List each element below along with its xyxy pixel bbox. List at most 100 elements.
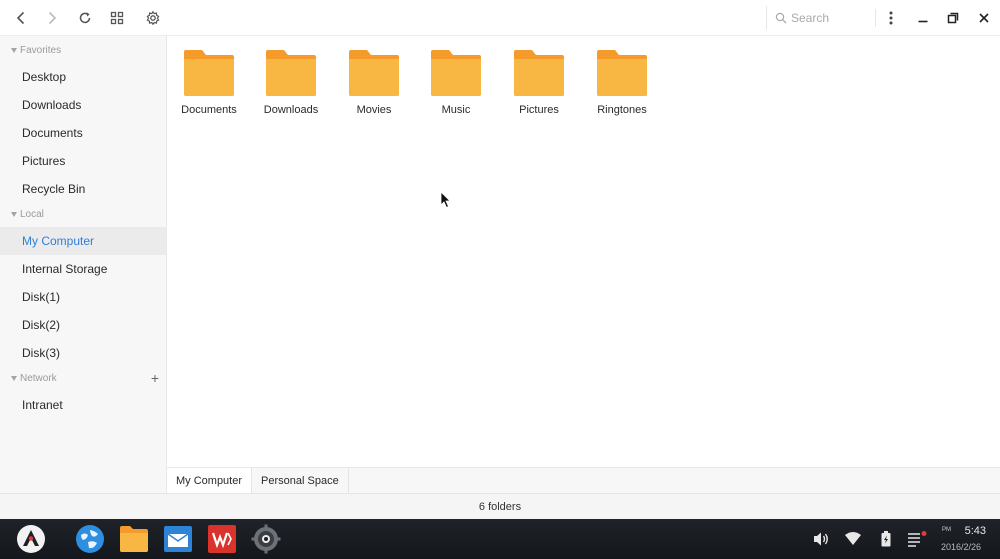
section-title: Local [20, 208, 44, 220]
back-button[interactable] [9, 6, 33, 30]
clock-time: 5:43 [964, 525, 986, 537]
mail-button[interactable] [163, 524, 193, 554]
wifi-icon [845, 532, 861, 545]
collapse-triangle-icon [11, 211, 17, 217]
close-icon [979, 13, 989, 23]
tab-label: Personal Space [261, 475, 339, 487]
tab-label: My Computer [176, 475, 243, 487]
wps-office-button[interactable] [207, 524, 237, 554]
sidebar-item-label: Desktop [22, 70, 67, 84]
toolbar [0, 0, 1000, 36]
search-input[interactable] [791, 11, 871, 25]
clock-date: 2016/2/26 [941, 542, 982, 552]
view-mode-button[interactable] [105, 6, 129, 30]
clock-ampm: PM [942, 527, 951, 533]
forward-icon [48, 11, 57, 25]
settings-button[interactable] [141, 6, 165, 30]
start-menu-button[interactable] [16, 524, 46, 554]
sidebar-item-label: Internal Storage [22, 262, 108, 276]
tab-my-computer[interactable]: My Computer [167, 468, 253, 494]
more-button[interactable] [879, 6, 903, 30]
start-menu-icon [17, 525, 45, 553]
network-section-header[interactable]: Network + [0, 368, 167, 388]
folder-icon [184, 50, 234, 96]
sidebar-item-label: Intranet [22, 398, 63, 412]
notifications-icon [908, 531, 927, 547]
grid-view-icon [110, 11, 124, 25]
more-icon [889, 11, 893, 25]
sidebar-item-recycle-bin[interactable]: Recycle Bin [0, 175, 166, 203]
folder-item[interactable]: Music [414, 50, 498, 122]
collapse-triangle-icon [11, 375, 17, 381]
sidebar-item-disk-1[interactable]: Disk(1) [0, 283, 166, 311]
sidebar-item-disk-2[interactable]: Disk(2) [0, 311, 166, 339]
clock[interactable]: PM 5:43 2016/2/26 [940, 523, 996, 555]
sidebar-item-label: Disk(1) [22, 290, 60, 304]
sidebar-item-internal-storage[interactable]: Internal Storage [0, 255, 166, 283]
folder-icon [431, 50, 481, 96]
file-manager-icon [120, 526, 148, 552]
mouse-cursor-icon [440, 191, 451, 209]
battery-icon [881, 531, 891, 547]
folder-label: Ringtones [597, 104, 647, 116]
forward-button[interactable] [40, 6, 64, 30]
file-manager-button[interactable] [119, 524, 149, 554]
sidebar-item-my-computer[interactable]: My Computer [0, 227, 166, 255]
browser-icon [76, 525, 104, 553]
minimize-icon [918, 20, 928, 23]
sidebar-item-disk-3[interactable]: Disk(3) [0, 339, 166, 367]
restore-button[interactable] [941, 6, 965, 30]
toolbar-separator [875, 9, 876, 27]
sidebar-item-label: My Computer [22, 234, 95, 248]
sidebar-item-label: Downloads [22, 98, 82, 112]
folder-label: Pictures [519, 104, 559, 116]
folder-item[interactable]: Pictures [497, 50, 581, 122]
sidebar-item-intranet[interactable]: Intranet [0, 391, 166, 419]
folder-count: 6 folders [478, 500, 522, 513]
folder-icon [597, 50, 647, 96]
sidebar-item-label: Disk(3) [22, 346, 60, 360]
refresh-icon [79, 12, 91, 24]
folder-grid: Documents Downloads Movies Music Picture… [167, 36, 1000, 467]
minimize-button[interactable] [911, 6, 935, 30]
folder-icon [349, 50, 399, 96]
local-section-header[interactable]: Local [0, 204, 167, 224]
battery-button[interactable] [876, 529, 896, 549]
sidebar-item-documents[interactable]: Documents [0, 119, 166, 147]
favorites-section-header[interactable]: Favorites [0, 40, 167, 60]
settings-icon [146, 10, 160, 26]
folder-label: Documents [181, 104, 237, 116]
wps-office-icon [208, 525, 236, 553]
wifi-button[interactable] [843, 529, 863, 549]
status-bar: 6 folders [0, 493, 1000, 519]
refresh-button[interactable] [73, 6, 97, 30]
folder-item[interactable]: Movies [332, 50, 416, 122]
browser-button[interactable] [75, 524, 105, 554]
sidebar-item-pictures[interactable]: Pictures [0, 147, 166, 175]
restore-icon [947, 12, 959, 24]
folder-item[interactable]: Ringtones [580, 50, 664, 122]
folder-icon [514, 50, 564, 96]
folder-label: Downloads [263, 104, 319, 116]
mail-icon [164, 526, 192, 552]
settings-app-button[interactable] [251, 524, 281, 554]
search-box[interactable] [766, 6, 874, 30]
section-title: Favorites [20, 44, 62, 56]
tab-personal-space[interactable]: Personal Space [252, 468, 349, 494]
add-network-button[interactable]: + [151, 368, 159, 388]
sidebar-item-label: Documents [22, 126, 83, 140]
folder-item[interactable]: Downloads [249, 50, 333, 122]
volume-icon [814, 532, 828, 546]
sidebar-item-downloads[interactable]: Downloads [0, 91, 166, 119]
notifications-button[interactable] [907, 529, 927, 549]
volume-button[interactable] [811, 529, 831, 549]
sidebar-item-label: Recycle Bin [22, 182, 86, 196]
folder-label: Movies [356, 104, 392, 116]
sidebar-item-desktop[interactable]: Desktop [0, 63, 166, 91]
sidebar-item-label: Disk(2) [22, 318, 60, 332]
sidebar: Favorites Desktop Downloads Documents Pi… [0, 36, 167, 519]
sidebar-item-label: Pictures [22, 154, 66, 168]
close-button[interactable] [972, 6, 996, 30]
section-title: Network [20, 372, 57, 384]
folder-item[interactable]: Documents [167, 50, 251, 122]
